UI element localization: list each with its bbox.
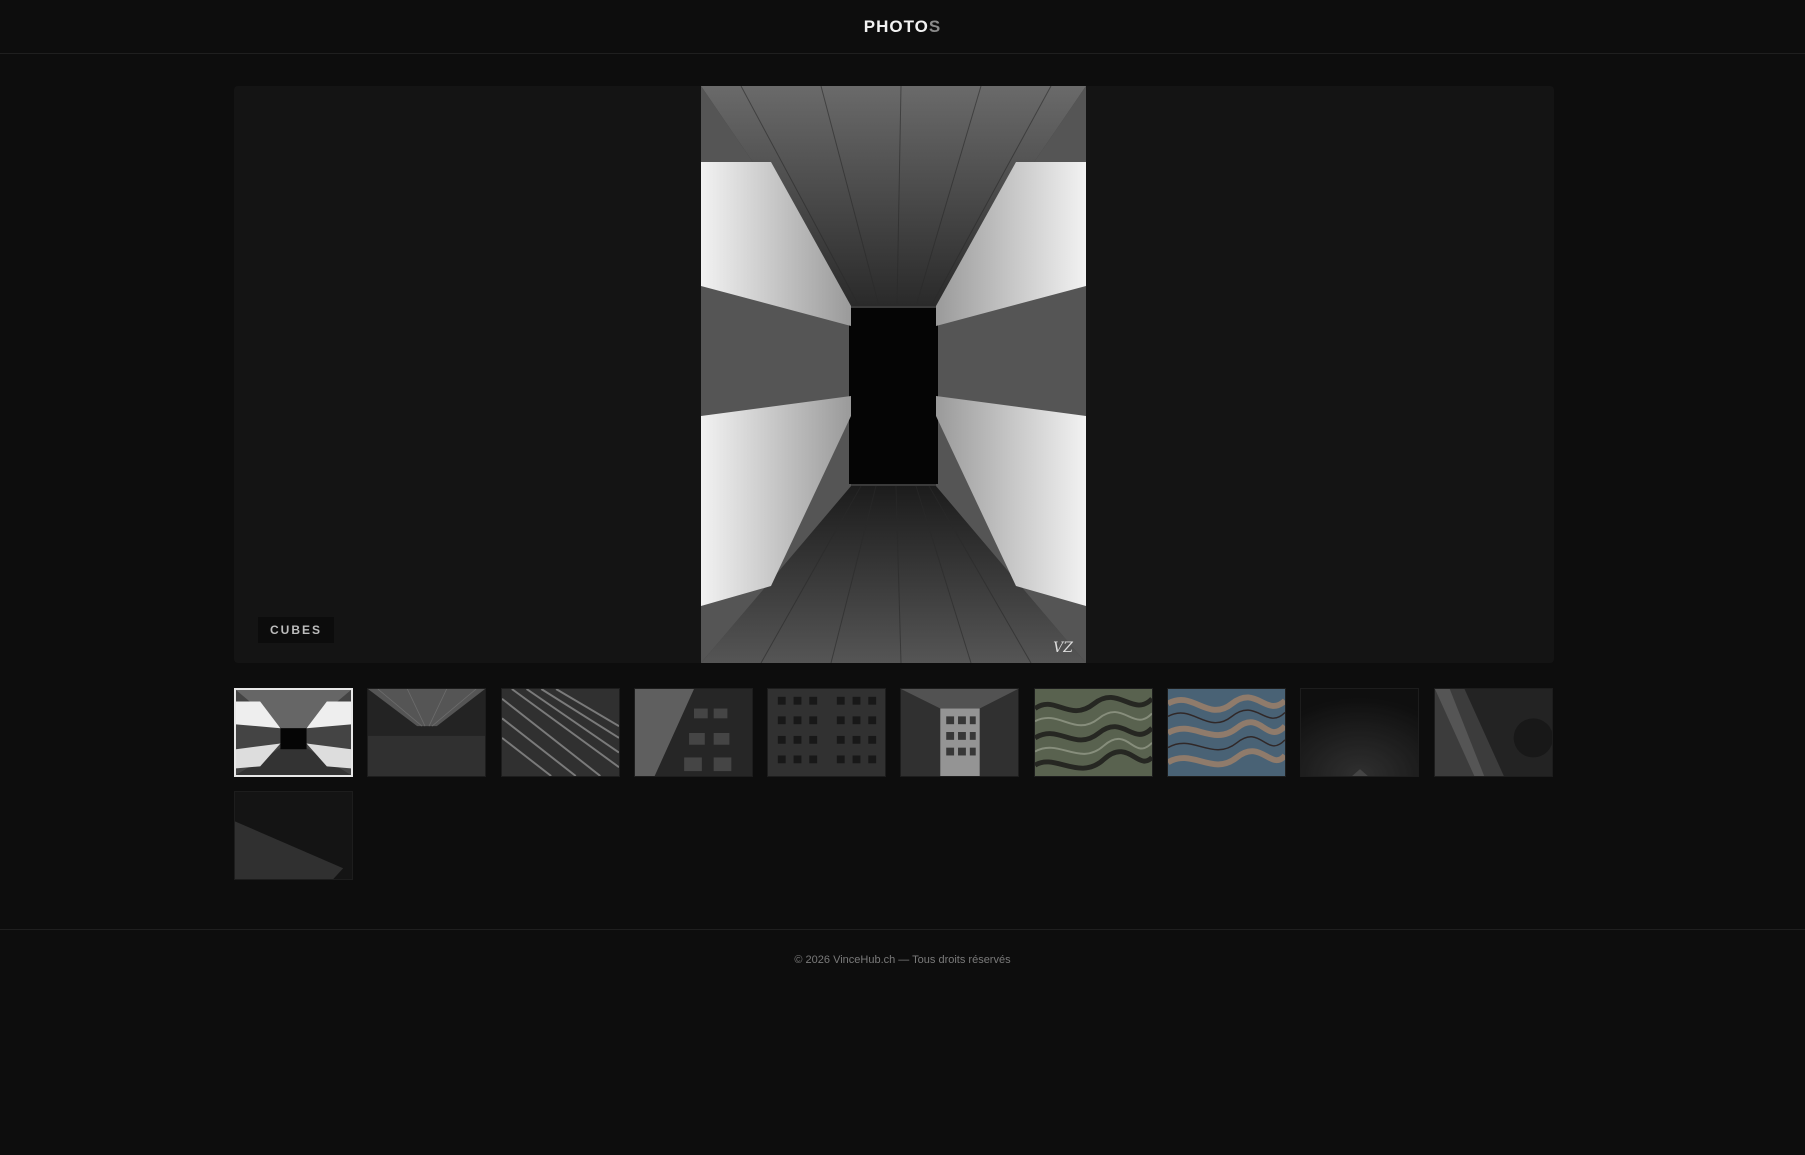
brand-main: PHOTO [863,16,929,36]
thumbnail-tower-grid[interactable] [767,688,887,777]
thumbnail-balconies[interactable] [633,688,753,777]
photo-viewer: VZ CUBES [234,86,1554,663]
footer-copyright: © 2026 VinceHub.ch — Tous droits réservé… [794,954,1011,966]
thumbnail-image [634,689,752,776]
thumbnail-image [1034,689,1152,776]
thumbnail-image [368,689,486,776]
thumbnail-strip [234,688,1556,880]
site-footer: © 2026 VinceHub.ch — Tous droits réservé… [0,929,1805,966]
thumbnail-image [501,689,619,776]
thumbnail-image [1168,689,1286,776]
signature-mark: VZ [1053,640,1073,656]
thumbnail-image [768,689,886,776]
thumbnail-dark-slope[interactable] [234,791,353,880]
thumbnail-tunnel[interactable] [367,688,487,777]
thumbnail-image [901,689,1019,776]
thumbnail-cubes[interactable] [234,688,353,777]
thumbnail-green-pattern[interactable] [1033,688,1153,777]
thumbnail-image [1434,689,1552,776]
corridor-photo-image: VZ [701,86,1086,663]
brand-accent: S [928,16,942,36]
thumbnail-image [236,690,351,775]
photo-caption: CUBES [258,617,335,643]
thumbnail-diagonal-wall[interactable] [1433,688,1553,777]
site-header: PHOTOS [0,0,1805,54]
thumbnail-image [1301,689,1419,776]
main-photo[interactable]: VZ [701,86,1086,663]
thumbnail-courtyard[interactable] [900,688,1020,777]
site-brand[interactable]: PHOTOS [864,17,941,37]
thumbnail-image [235,792,352,879]
thumbnail-blue-pattern[interactable] [1167,688,1287,777]
thumbnail-dark-gradient[interactable] [1300,688,1420,777]
thumbnail-facade-lines[interactable] [500,688,620,777]
